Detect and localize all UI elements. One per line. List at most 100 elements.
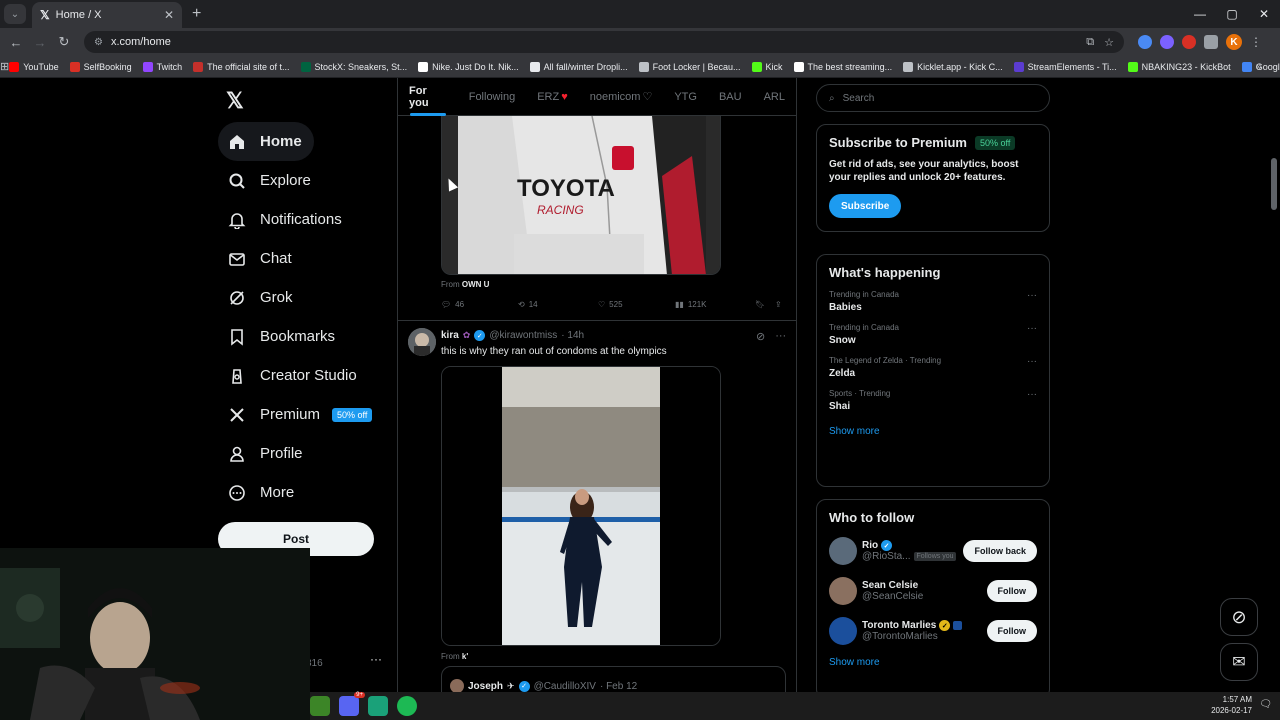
bookmark-item[interactable]: Foot Locker | Becau... <box>638 61 741 72</box>
profile-avatar[interactable]: K <box>1226 34 1242 50</box>
views-button[interactable]: ▮▮ 121K <box>675 300 755 309</box>
tweet1-source-name[interactable]: OWN U <box>462 280 490 289</box>
x-logo-icon[interactable]: 𝕏 <box>226 88 244 114</box>
bookmark-item[interactable]: All fall/winter Dropli... <box>529 61 628 72</box>
tweet-media-video[interactable]: TOYOTA RACING <box>441 116 721 275</box>
subscribe-button[interactable]: Subscribe <box>829 194 902 218</box>
nav-item-premium[interactable]: Premium 50% off <box>218 395 388 434</box>
follow-button[interactable]: Follow <box>986 620 1037 642</box>
timeline-tab[interactable]: BAU <box>708 78 753 116</box>
trends-show-more-link[interactable]: Show more <box>829 426 1037 437</box>
search-input[interactable]: ⌕ Search <box>816 84 1050 112</box>
close-window-button[interactable]: ✕ <box>1248 0 1280 28</box>
address-bar[interactable]: ⚙ x.com/home ⧉ ☆ <box>84 31 1124 53</box>
bookmark-item[interactable]: Twitch <box>142 61 182 72</box>
minimize-button[interactable]: — <box>1184 0 1216 28</box>
bookmark-item[interactable]: Nike. Just Do It. Nik... <box>418 61 519 72</box>
trend-item[interactable]: Trending in Canada Snow ··· <box>829 323 1037 346</box>
bookmark-star-icon[interactable]: ☆ <box>1104 36 1114 49</box>
timeline-tab[interactable]: ERZ ♥ <box>526 78 579 116</box>
account-more-icon[interactable]: ··· <box>370 652 382 666</box>
reload-icon[interactable]: ↻ <box>52 34 76 50</box>
nav-item-profile[interactable]: Profile <box>218 434 388 473</box>
bookmark-item[interactable]: The official site of t... <box>193 61 290 72</box>
bookmark-item[interactable]: NBAKING23 - KickBot <box>1127 61 1231 72</box>
site-info-icon[interactable]: ⚙ <box>94 37 103 48</box>
chat-app-icon[interactable] <box>368 696 388 716</box>
tab-close-icon[interactable]: ✕ <box>164 8 174 22</box>
menu-kebab-icon[interactable]: ⋮ <box>1250 35 1262 49</box>
bookmarks-overflow-icon[interactable]: » <box>1256 61 1262 73</box>
bookmark-item[interactable]: StockX: Sneakers, St... <box>300 61 407 72</box>
avatar[interactable] <box>829 617 857 645</box>
avatar[interactable] <box>829 577 857 605</box>
tweet2-avatar[interactable] <box>408 328 436 356</box>
trend-more-icon[interactable]: ··· <box>1027 356 1037 367</box>
timeline-tab[interactable]: noemicom ♡ <box>579 78 664 116</box>
trend-more-icon[interactable]: ··· <box>1027 389 1037 400</box>
follow-suggestion[interactable]: Sean Celsie @SeanCelsie Follow <box>829 577 1037 605</box>
grok-icon[interactable]: ⊘ <box>756 330 765 343</box>
follow-button[interactable]: Follow <box>986 580 1037 602</box>
bookmark-item[interactable]: Kicklet.app - Kick C... <box>903 61 1003 72</box>
restore-button[interactable]: ▢ <box>1216 0 1248 28</box>
page-scrollbar[interactable] <box>1270 78 1278 618</box>
share-button[interactable]: ⇪ <box>775 300 782 309</box>
minecraft-app-icon[interactable] <box>310 696 330 716</box>
tweet2-handle[interactable]: @kirawontmiss <box>489 330 557 341</box>
nav-item-chat[interactable]: Chat <box>218 239 388 278</box>
nav-item-bookmarks[interactable]: Bookmarks <box>218 317 388 356</box>
messages-fab-button[interactable]: ✉ <box>1220 643 1258 681</box>
trend-item[interactable]: Sports · Trending Shai ··· <box>829 389 1037 412</box>
nav-item-grok[interactable]: Grok <box>218 278 388 317</box>
extension-icon[interactable] <box>1160 35 1174 49</box>
bookmark-item[interactable]: Kick <box>751 61 783 72</box>
spotify-app-icon[interactable] <box>397 696 417 716</box>
trend-more-icon[interactable]: ··· <box>1027 323 1037 334</box>
tweet2-source-name[interactable]: k' <box>462 652 468 661</box>
repost-button[interactable]: ⟲ 14 <box>518 300 598 309</box>
nav-item-explore[interactable]: Explore <box>218 161 388 200</box>
bookmark-item[interactable]: SelfBooking <box>69 61 132 72</box>
extension-icon[interactable] <box>1138 35 1152 49</box>
trend-item[interactable]: Trending in Canada Babies ··· <box>829 290 1037 313</box>
follow-suggestion[interactable]: Toronto Marlies ✓ @TorontoMarlies Follow <box>829 617 1037 645</box>
extension-icon[interactable] <box>1182 35 1196 49</box>
nav-item-notifications[interactable]: Notifications <box>218 200 388 239</box>
new-tab-button[interactable]: + <box>192 5 201 23</box>
tweet2-author-name[interactable]: kira <box>441 330 459 341</box>
reply-button[interactable]: 💬︎ 46 <box>441 300 518 309</box>
taskbar-clock[interactable]: 1:57 AM 2026-02-17 <box>1211 694 1252 716</box>
follow-suggestion[interactable]: Rio ✓ @RioSta... Follows you Follow back <box>829 537 1037 565</box>
forward-icon[interactable]: → <box>28 35 52 50</box>
discord-app-icon[interactable]: 9+ <box>339 692 365 716</box>
more-options-icon[interactable]: ··· <box>775 330 786 343</box>
back-icon[interactable]: ← <box>4 35 28 50</box>
install-icon[interactable]: ⧉ <box>1086 36 1094 49</box>
nav-item-creator-studio[interactable]: Creator Studio <box>218 356 388 395</box>
apps-grid-icon[interactable]: ⊞ <box>0 60 9 73</box>
like-button[interactable]: ♡ 525 <box>598 300 675 309</box>
puzzle-icon[interactable] <box>1204 35 1218 49</box>
timeline-tab[interactable]: ARL <box>753 78 796 116</box>
timeline-tab[interactable]: For you <box>398 78 458 116</box>
trend-item[interactable]: The Legend of Zelda · Trending Zelda ··· <box>829 356 1037 379</box>
nav-item-more[interactable]: More <box>218 473 388 512</box>
follow-button[interactable]: Follow back <box>963 540 1037 562</box>
scrollbar-thumb[interactable] <box>1271 158 1277 210</box>
bookmark-button[interactable]: 🔖︎ <box>755 300 775 309</box>
notification-center-icon[interactable]: 🗨︎ <box>1259 699 1272 710</box>
tweet2-time[interactable]: · 14h <box>561 330 584 341</box>
timeline-tab[interactable]: YTG <box>663 78 708 116</box>
follow-show-more-link[interactable]: Show more <box>829 657 1037 668</box>
timeline-tab[interactable]: Following <box>458 78 526 116</box>
nav-item-home[interactable]: Home <box>218 122 314 161</box>
bookmark-item[interactable]: YouTube <box>9 61 59 72</box>
grok-fab-button[interactable]: ⊘ <box>1220 598 1258 636</box>
bookmark-item[interactable]: The best streaming... <box>793 61 892 72</box>
quoted-tweet[interactable]: Joseph ✈ ✓ @CaudilloXIV · Feb 12 <box>441 666 786 692</box>
tab-search-dropdown[interactable]: ⌄ <box>4 4 26 24</box>
browser-tab-home[interactable]: 𝕏 Home / X ✕ <box>32 2 182 28</box>
tweet2-media-video[interactable] <box>441 366 721 646</box>
avatar[interactable] <box>829 537 857 565</box>
